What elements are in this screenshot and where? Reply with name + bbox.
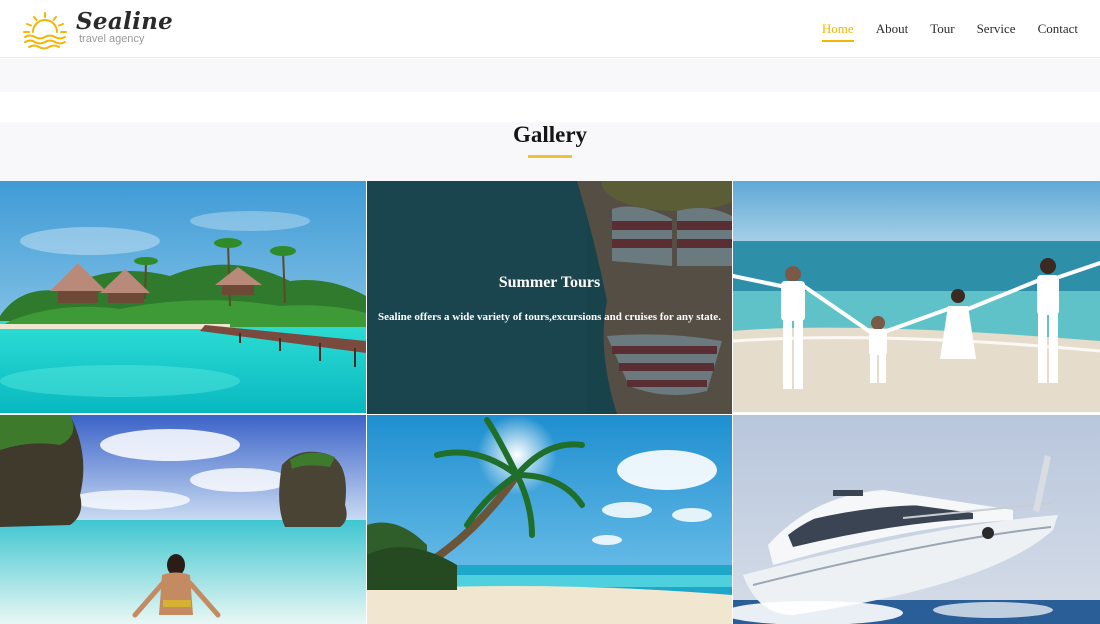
spacer-band: [0, 92, 1100, 122]
featured-title: Summer Tours: [498, 274, 601, 291]
brand-name: Sealine: [76, 8, 174, 35]
gallery-header: Gallery: [0, 122, 1100, 181]
gallery-item-summer-tours[interactable]: Summer Tours Sealine offers a wide varie…: [367, 181, 732, 414]
gallery-item-maldives[interactable]: [0, 181, 366, 413]
nav-item-contact[interactable]: Contact: [1038, 21, 1078, 42]
gallery-item-palm-beach[interactable]: [367, 415, 732, 624]
nav-item-service[interactable]: Service: [977, 21, 1016, 42]
gallery-item-lagoon[interactable]: [0, 415, 366, 624]
woman-in-lagoon-photo: [0, 415, 366, 624]
site-logo[interactable]: Sealine travel agency: [22, 6, 173, 52]
main-nav: Home About Tour Service Contact: [800, 21, 1078, 42]
sun-over-waves-icon: [23, 12, 67, 50]
gallery-grid: Summer Tours Sealine offers a wide varie…: [0, 181, 1100, 624]
gallery-title-underline: [528, 155, 572, 158]
gallery-item-family-beach[interactable]: [733, 181, 1100, 412]
nav-item-home[interactable]: Home: [821, 21, 854, 42]
white-yacht-photo: [733, 415, 1100, 624]
maldives-bungalows-photo: [0, 181, 366, 413]
palm-tree-beach-photo: [367, 415, 732, 624]
site-header: Sealine travel agency Home About Tour Se…: [0, 0, 1100, 58]
gallery-item-yacht[interactable]: [733, 415, 1100, 624]
brand-tagline: travel agency: [79, 33, 145, 45]
featured-description: Sealine offers a wide variety of tours,e…: [378, 311, 721, 323]
family-on-beach-photo: [733, 181, 1100, 412]
tile-overlay: [367, 181, 732, 414]
top-band: [0, 59, 1100, 92]
gallery-title: Gallery: [512, 122, 588, 147]
nav-item-about[interactable]: About: [876, 21, 909, 42]
nav-item-tour[interactable]: Tour: [930, 21, 954, 42]
